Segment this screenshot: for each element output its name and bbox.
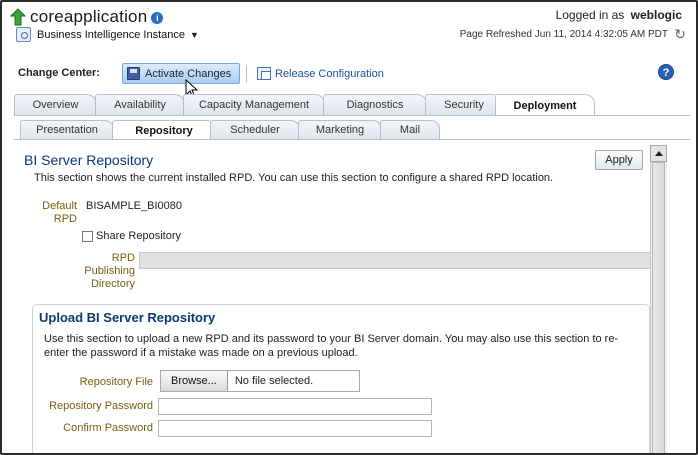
tab-overview[interactable]: Overview <box>14 94 97 115</box>
section-description: This section shows the current installed… <box>34 172 554 184</box>
subtab-scheduler[interactable]: Scheduler <box>210 120 300 139</box>
info-icon[interactable]: i <box>151 12 164 24</box>
section-title: BI Server Repository <box>24 152 154 168</box>
tabs-divider <box>14 115 690 116</box>
target-icon <box>16 27 31 42</box>
release-icon <box>257 67 271 80</box>
app-header: coreapplication i <box>10 7 164 27</box>
upload-title: Upload BI Server Repository <box>39 310 216 325</box>
scrollbar-thumb[interactable] <box>652 162 665 453</box>
repository-password-label: Repository Password <box>49 400 153 412</box>
tab-capacity-management[interactable]: Capacity Management <box>183 94 325 115</box>
scroll-up-button[interactable] <box>650 145 667 162</box>
logged-in-user: weblogic <box>630 8 682 22</box>
tab-diagnostics[interactable]: Diagnostics <box>323 94 427 115</box>
upload-description: Use this section to upload a new RPD and… <box>44 333 619 359</box>
instance-menu[interactable]: Business Intelligence Instance ▼ <box>16 27 199 42</box>
chevron-down-icon: ▼ <box>189 29 199 40</box>
apply-button[interactable]: Apply <box>595 150 643 170</box>
no-file-selected: No file selected. <box>234 375 314 387</box>
refresh-icon[interactable]: ↻ <box>674 26 686 43</box>
share-repository-row[interactable]: Share Repository <box>82 230 181 242</box>
sub-tabs: Presentation Repository Scheduler Market… <box>20 120 688 140</box>
logged-in-prefix: Logged in as <box>555 8 625 22</box>
main-tabs: Overview Availability Capacity Managemen… <box>14 94 688 116</box>
rpd-publishing-directory-input <box>139 252 651 269</box>
activate-changes-button[interactable]: Activate Changes <box>122 63 240 84</box>
release-configuration-label: Release Configuration <box>275 67 384 80</box>
help-icon[interactable]: ? <box>658 64 674 80</box>
instance-label: Business Intelligence Instance <box>37 28 185 41</box>
tab-deployment[interactable]: Deployment <box>495 94 595 116</box>
subtab-presentation[interactable]: Presentation <box>20 120 114 139</box>
change-center-label: Change Center: <box>18 67 100 79</box>
tab-availability[interactable]: Availability <box>95 94 185 115</box>
up-arrow-icon[interactable] <box>10 8 26 26</box>
save-disk-icon <box>127 67 140 80</box>
confirm-password-input[interactable] <box>158 420 432 437</box>
share-repository-label: Share Repository <box>96 230 181 242</box>
app-window: coreapplication i Business Intelligence … <box>0 0 698 455</box>
repository-file-input[interactable]: Browse... No file selected. <box>160 370 360 392</box>
subtabs-divider <box>14 139 690 140</box>
default-rpd-label: Default RPD <box>42 200 77 225</box>
repository-file-label: Repository File <box>79 376 153 388</box>
share-repository-checkbox[interactable] <box>82 230 93 242</box>
toolbar-divider <box>246 66 247 82</box>
subtab-mail[interactable]: Mail <box>380 120 440 139</box>
subtab-repository[interactable]: Repository <box>112 120 216 140</box>
login-info: Logged in as weblogic <box>556 8 682 22</box>
subtab-marketing[interactable]: Marketing <box>298 120 382 139</box>
tab-security[interactable]: Security <box>425 94 503 115</box>
activate-changes-label: Activate Changes <box>145 67 232 80</box>
default-rpd-value: BISAMPLE_BI0080 <box>86 200 183 212</box>
repository-password-input[interactable] <box>158 398 432 415</box>
browse-button[interactable]: Browse... <box>161 371 228 391</box>
release-configuration-link[interactable]: Release Configuration <box>257 67 384 80</box>
page-refreshed: Page Refreshed Jun 11, 2014 4:32:05 AM P… <box>459 29 668 40</box>
rpd-publishing-directory-label: RPD Publishing Directory <box>84 252 135 290</box>
confirm-password-label: Confirm Password <box>63 422 153 434</box>
app-title: coreapplication <box>30 7 148 26</box>
